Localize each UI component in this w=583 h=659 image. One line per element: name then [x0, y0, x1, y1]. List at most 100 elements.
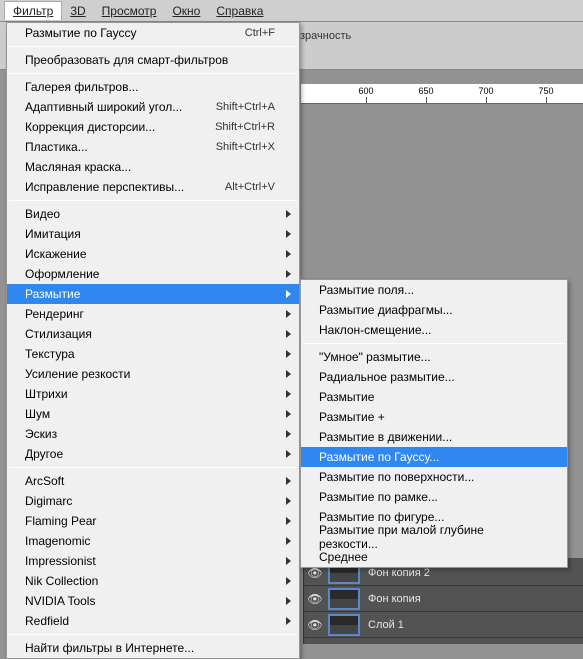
filter-menu-item[interactable]: Impressionist: [7, 551, 299, 571]
blur-submenu-item[interactable]: Среднее: [301, 547, 567, 567]
submenu-arrow-icon: [286, 290, 291, 298]
filter-menu-item[interactable]: Рендеринг: [7, 304, 299, 324]
menu-separator: [9, 467, 297, 468]
menu-item-label: Преобразовать для смарт-фильтров: [25, 53, 275, 67]
filter-menu-item[interactable]: Пластика...Shift+Ctrl+X: [7, 137, 299, 157]
filter-menu-item[interactable]: Коррекция дисторсии...Shift+Ctrl+R: [7, 117, 299, 137]
blur-submenu-item[interactable]: Размытие в движении...: [301, 427, 567, 447]
submenu-arrow-icon: [286, 210, 291, 218]
layer-name[interactable]: Слой 1: [366, 619, 583, 631]
menu-item-label: Видео: [25, 207, 275, 221]
blur-submenu-item[interactable]: Размытие поля...: [301, 280, 567, 300]
layer-row[interactable]: 👁 Слой 1: [304, 612, 583, 638]
filter-menu-item[interactable]: Flaming Pear: [7, 511, 299, 531]
menubar-item-window[interactable]: Окно: [164, 2, 208, 20]
menu-item-shortcut: Shift+Ctrl+A: [216, 101, 275, 113]
blur-submenu-item[interactable]: Наклон-смещение...: [301, 320, 567, 340]
menu-item-label: Искажение: [25, 247, 275, 261]
menu-item-label: Nik Collection: [25, 574, 275, 588]
layer-thumbnail[interactable]: [328, 614, 360, 636]
menu-item-label: Адаптивный широкий угол...: [25, 100, 216, 114]
menu-separator: [9, 73, 297, 74]
filter-menu-item[interactable]: Имитация: [7, 224, 299, 244]
menu-separator: [9, 634, 297, 635]
filter-menu-item[interactable]: Размытие: [7, 284, 299, 304]
filter-menu-item[interactable]: Nik Collection: [7, 571, 299, 591]
menu-item-label: Imagenomic: [25, 534, 275, 548]
submenu-arrow-icon: [286, 597, 291, 605]
menu-item-label: "Умное" размытие...: [319, 350, 543, 364]
blur-submenu-item[interactable]: Размытие по Гауссу...: [301, 447, 567, 467]
filter-menu-item[interactable]: NVIDIA Tools: [7, 591, 299, 611]
layer-name[interactable]: Фон копия: [366, 593, 583, 605]
blur-submenu-item[interactable]: Размытие диафрагмы...: [301, 300, 567, 320]
filter-menu-item[interactable]: Исправление перспективы...Alt+Ctrl+V: [7, 177, 299, 197]
menu-separator: [9, 200, 297, 201]
menubar-item-filter[interactable]: Фильтр: [4, 1, 62, 20]
menu-item-label: Flaming Pear: [25, 514, 275, 528]
filter-menu-item[interactable]: Imagenomic: [7, 531, 299, 551]
menu-item-label: Штрихи: [25, 387, 275, 401]
layer-name[interactable]: Фон копия 2: [366, 567, 583, 579]
filter-menu-item[interactable]: Искажение: [7, 244, 299, 264]
filter-menu-item[interactable]: Найти фильтры в Интернете...: [7, 638, 299, 658]
blur-submenu-item[interactable]: Размытие при малой глубине резкости...: [301, 527, 567, 547]
menu-separator: [303, 343, 565, 344]
menu-item-label: Оформление: [25, 267, 275, 281]
menu-item-label: Наклон-смещение...: [319, 323, 543, 337]
submenu-arrow-icon: [286, 557, 291, 565]
filter-menu-item[interactable]: Штрихи: [7, 384, 299, 404]
menu-item-label: Размытие по Гауссу...: [319, 450, 543, 464]
visibility-icon[interactable]: 👁: [304, 592, 326, 606]
filter-menu-item[interactable]: Видео: [7, 204, 299, 224]
filter-menu: Размытие по ГауссуCtrl+F Преобразовать дл…: [6, 22, 300, 659]
filter-menu-item[interactable]: Эскиз: [7, 424, 299, 444]
submenu-arrow-icon: [286, 450, 291, 458]
menu-item-label: Размытие по Гауссу: [25, 26, 245, 40]
blur-submenu-item[interactable]: Размытие по поверхности...: [301, 467, 567, 487]
submenu-arrow-icon: [286, 410, 291, 418]
blur-submenu-item[interactable]: Размытие по рамке...: [301, 487, 567, 507]
layer-thumbnail[interactable]: [328, 588, 360, 610]
submenu-arrow-icon: [286, 230, 291, 238]
filter-menu-item[interactable]: Усиление резкости: [7, 364, 299, 384]
menu-item-label: Масляная краска...: [25, 160, 275, 174]
layer-row[interactable]: 👁 Фон копия: [304, 586, 583, 612]
menu-item-label: Найти фильтры в Интернете...: [25, 641, 275, 655]
filter-menu-item[interactable]: Digimarc: [7, 491, 299, 511]
options-label: зрачность: [300, 30, 351, 42]
menu-item-label: Эскиз: [25, 427, 275, 441]
filter-menu-item[interactable]: Redfield: [7, 611, 299, 631]
filter-menu-item[interactable]: Оформление: [7, 264, 299, 284]
blur-submenu-item[interactable]: Радиальное размытие...: [301, 367, 567, 387]
menubar-item-3d[interactable]: 3D: [62, 2, 93, 20]
filter-menu-item[interactable]: Размытие по ГауссуCtrl+F: [7, 23, 299, 43]
filter-menu-item[interactable]: Галерея фильтров...: [7, 77, 299, 97]
filter-menu-item[interactable]: Другое: [7, 444, 299, 464]
filter-menu-item[interactable]: Стилизация: [7, 324, 299, 344]
filter-menu-item[interactable]: Адаптивный широкий угол...Shift+Ctrl+A: [7, 97, 299, 117]
menu-item-label: Размытие по поверхности...: [319, 470, 543, 484]
filter-menu-item[interactable]: Масляная краска...: [7, 157, 299, 177]
visibility-icon[interactable]: 👁: [304, 618, 326, 632]
filter-menu-item[interactable]: Шум: [7, 404, 299, 424]
filter-menu-item[interactable]: Преобразовать для смарт-фильтров: [7, 50, 299, 70]
submenu-arrow-icon: [286, 577, 291, 585]
menu-item-label: Коррекция дисторсии...: [25, 120, 215, 134]
filter-menu-item[interactable]: ArcSoft: [7, 471, 299, 491]
menu-item-shortcut: Shift+Ctrl+X: [216, 141, 275, 153]
blur-submenu-item[interactable]: Размытие +: [301, 407, 567, 427]
submenu-arrow-icon: [286, 430, 291, 438]
blur-submenu-item[interactable]: "Умное" размытие...: [301, 347, 567, 367]
submenu-arrow-icon: [286, 517, 291, 525]
blur-submenu-item[interactable]: Размытие: [301, 387, 567, 407]
menu-item-label: Имитация: [25, 227, 275, 241]
submenu-arrow-icon: [286, 370, 291, 378]
menubar-item-view[interactable]: Просмотр: [94, 2, 165, 20]
submenu-arrow-icon: [286, 270, 291, 278]
filter-menu-item[interactable]: Текстура: [7, 344, 299, 364]
menubar-item-help[interactable]: Справка: [208, 2, 271, 20]
menubar: Фильтр 3D Просмотр Окно Справка: [0, 0, 583, 22]
menu-item-label: Impressionist: [25, 554, 275, 568]
horizontal-ruler: 600 650 700 750 800: [301, 84, 583, 104]
